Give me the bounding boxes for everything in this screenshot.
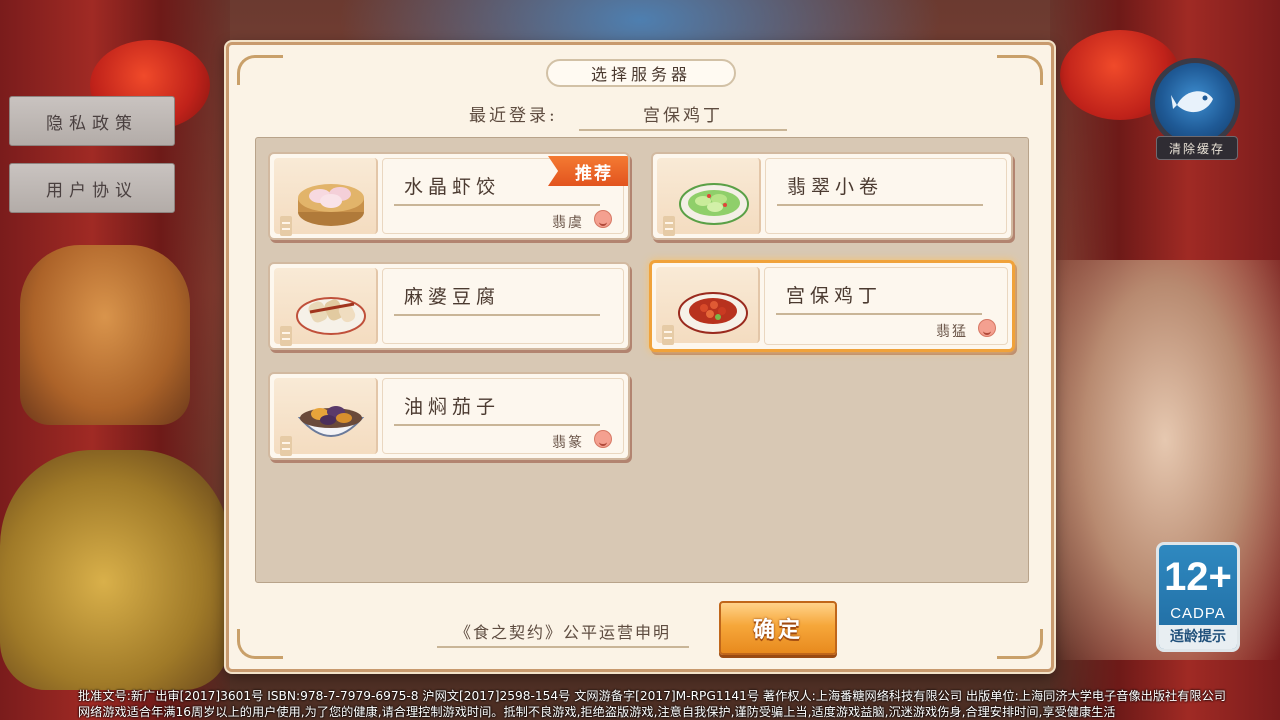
dumpling-steamer-icon <box>298 184 364 226</box>
character-face-icon <box>978 319 996 337</box>
server-list: 水晶虾饺 翡虞 推荐 翡翠小卷 麻婆豆腐 宫保鸡丁 翡猛 油焖茄子 翡篆 <box>255 137 1029 583</box>
hotpot-figure <box>0 450 230 690</box>
recommended-badge: 推荐 <box>548 156 628 186</box>
card-thumbnail <box>274 268 378 346</box>
server-character: 翡虞 <box>552 215 584 231</box>
server-card-mapo[interactable]: 麻婆豆腐 <box>268 262 630 350</box>
server-card-shuijing[interactable]: 水晶虾饺 翡虞 推荐 <box>268 152 630 240</box>
character-face-icon <box>594 430 612 448</box>
server-name: 翡翠小卷 <box>787 176 884 198</box>
divider <box>394 204 600 206</box>
divider <box>776 313 982 315</box>
server-name: 水晶虾饺 <box>404 176 501 198</box>
server-character: 翡猛 <box>936 324 968 340</box>
fish-icon <box>1150 58 1240 148</box>
kungpao-chicken-icon <box>678 292 748 334</box>
card-thumbnail <box>657 158 761 236</box>
green-rolls-icon <box>679 183 749 225</box>
tofu-rolls-icon <box>296 297 366 335</box>
user-agreement-button[interactable]: 用户协议 <box>9 163 175 213</box>
level-icon <box>662 325 674 345</box>
recent-login-value[interactable]: 宫保鸡丁 <box>579 101 787 131</box>
level-icon <box>280 326 292 346</box>
ornament-corner <box>997 629 1043 659</box>
age-rating-badge[interactable]: 12+ CADPA 适龄提示 <box>1156 542 1240 652</box>
legal-line-2: 网络游戏适合年满16周岁以上的用户使用,为了您的健康,请合理控制游戏时间。抵制不… <box>78 705 1116 719</box>
card-thumbnail <box>274 158 378 236</box>
server-card-gongbao[interactable]: 宫保鸡丁 翡猛 <box>649 260 1015 352</box>
server-name: 宫保鸡丁 <box>786 285 883 307</box>
character-face-icon <box>594 210 612 228</box>
clear-cache-label: 清除缓存 <box>1156 136 1238 160</box>
divider <box>777 204 983 206</box>
age-tip: 适龄提示 <box>1159 625 1237 649</box>
ornament-corner <box>237 629 283 659</box>
server-name: 油焖茄子 <box>404 396 501 418</box>
card-thumbnail <box>656 267 760 345</box>
server-character: 翡篆 <box>552 435 584 451</box>
divider <box>394 424 600 426</box>
braised-eggplant-icon <box>297 406 365 437</box>
server-name: 麻婆豆腐 <box>404 286 501 308</box>
clear-cache-button[interactable]: 清除缓存 <box>1150 58 1242 162</box>
tiger-figure <box>20 245 190 425</box>
fair-operation-statement[interactable]: 《食之契约》公平运营申明 <box>437 619 689 648</box>
card-thumbnail <box>274 378 378 456</box>
recent-login-label: 最近登录: <box>469 106 558 126</box>
age-number: 12+ <box>1164 555 1232 599</box>
ornament-corner <box>997 55 1043 85</box>
privacy-policy-button[interactable]: 隐私政策 <box>9 96 175 146</box>
level-icon <box>663 216 675 236</box>
level-icon <box>280 216 292 236</box>
age-org: CADPA <box>1170 605 1226 622</box>
ornament-corner <box>237 55 283 85</box>
server-card-feicui[interactable]: 翡翠小卷 <box>651 152 1013 240</box>
dialog-title: 选择服务器 <box>546 59 736 87</box>
server-card-youmen[interactable]: 油焖茄子 翡篆 <box>268 372 630 460</box>
legal-notice: 批准文号:新广出审[2017]3601号 ISBN:978-7-7979-697… <box>0 684 1280 720</box>
confirm-button[interactable]: 确定 <box>719 601 837 655</box>
level-icon <box>280 436 292 456</box>
server-select-dialog: 选择服务器 最近登录: 宫保鸡丁 水晶虾饺 翡虞 推荐 翡翠小卷 麻婆豆腐 宫保… <box>226 42 1054 672</box>
divider <box>394 314 600 316</box>
